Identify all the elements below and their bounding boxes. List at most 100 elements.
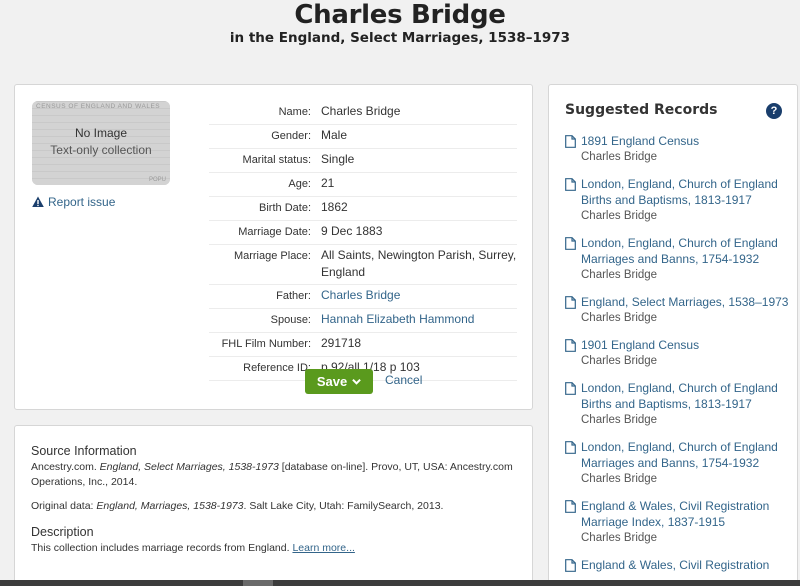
save-button-label: Save (316, 374, 348, 389)
suggested-record-link[interactable]: London, England, Church of England Marri… (581, 439, 797, 471)
suggested-record-text: England & Wales, Civil Registration Marr… (581, 498, 797, 546)
citation-prefix: Ancestry.com. (31, 461, 100, 473)
original-data: Original data: England, Marriages, 1538-… (31, 499, 521, 514)
record-field-row: Birth Date: 1862 (209, 197, 517, 221)
learn-more-link[interactable]: Learn more... (292, 542, 354, 554)
suggested-record-item: London, England, Church of England Birth… (565, 176, 797, 224)
thumbnail-bg-footer: POPU (148, 177, 166, 183)
suggested-record-person: Charles Bridge (581, 355, 658, 367)
suggested-record-text: 1901 England Census Charles Bridge (581, 337, 797, 369)
field-label: Marriage Date: (238, 226, 311, 238)
description-heading: Description (31, 525, 94, 539)
suggested-record-item: London, England, Church of England Birth… (565, 380, 797, 428)
suggested-records-list: 1891 England Census Charles Bridge London,… (565, 133, 797, 584)
suggested-record-text: London, England, Church of England Marri… (581, 235, 797, 283)
document-icon (565, 339, 576, 352)
page-subtitle: in the England, Select Marriages, 1538–1… (229, 30, 571, 46)
field-label: Age: (288, 178, 311, 190)
no-image-label: No Image (74, 126, 128, 140)
field-label: FHL Film Number: (221, 338, 311, 350)
field-value: 291718 (321, 336, 362, 350)
suggested-record-link[interactable]: London, England, Church of England Birth… (581, 380, 797, 412)
suggested-record-link[interactable]: 1891 England Census (581, 133, 797, 149)
report-issue-label: Report issue (48, 195, 116, 209)
suggested-record-link[interactable]: London, England, Church of England Birth… (581, 176, 797, 208)
field-label: Gender: (271, 130, 311, 142)
suggested-record-text: 1891 England Census Charles Bridge (581, 133, 797, 165)
document-icon (565, 178, 576, 191)
cancel-link[interactable]: Cancel (385, 373, 422, 387)
field-value: Charles Bridge (321, 104, 401, 118)
suggested-record-link[interactable]: England, Select Marriages, 1538–1973 (581, 294, 797, 310)
suggested-record-text: England, Select Marriages, 1538–1973 Char… (581, 294, 797, 326)
scrollbar-thumb[interactable] (243, 580, 273, 586)
field-value: 21 (321, 176, 335, 190)
suggested-record-person: Charles Bridge (581, 414, 658, 426)
text-only-label: Text-only collection (50, 143, 152, 157)
help-icon[interactable]: ? (766, 103, 782, 119)
field-value: 9 Dec 1883 (321, 224, 383, 238)
document-icon (565, 559, 576, 572)
suggested-record-link[interactable]: London, England, Church of England Marri… (581, 235, 797, 267)
record-field-row: Marriage Date: 9 Dec 1883 (209, 221, 517, 245)
field-value-link[interactable]: Charles Bridge (321, 287, 517, 305)
suggested-record-link[interactable]: 1901 England Census (581, 337, 797, 353)
document-icon (565, 500, 576, 513)
record-field-row: Father: Charles Bridge (209, 285, 517, 309)
bottom-scrollbar[interactable] (0, 580, 800, 586)
suggested-record-item: 1891 England Census Charles Bridge (565, 133, 797, 165)
record-field-row: Age: 21 (209, 173, 517, 197)
page-title: Charles Bridge (294, 0, 506, 30)
record-field-row: Marriage Place: All Saints, Newington Par… (209, 245, 517, 285)
suggested-record-link[interactable]: England & Wales, Civil Registration (581, 557, 797, 573)
suggested-record-person: Charles Bridge (581, 151, 658, 163)
chevron-down-icon (352, 378, 361, 385)
record-field-row: Spouse: Hannah Elizabeth Hammond (209, 309, 517, 333)
suggested-record-person: Charles Bridge (581, 473, 658, 485)
suggested-record-item: 1901 England Census Charles Bridge (565, 337, 797, 369)
field-value: Single (321, 152, 355, 166)
description-text: This collection includes marriage record… (31, 541, 521, 556)
description-body: This collection includes marriage record… (31, 542, 293, 554)
field-label: Marriage Place: (233, 250, 311, 262)
original-prefix: Original data: (31, 500, 97, 512)
suggested-record-item: London, England, Church of England Marri… (565, 235, 797, 283)
suggested-record-item: England & Wales, Civil Registration (565, 557, 797, 573)
suggested-record-person: Charles Bridge (581, 210, 658, 222)
original-suffix: . Salt Lake City, Utah: FamilySearch, 20… (243, 500, 444, 512)
field-label: Father: (276, 290, 311, 302)
source-citation: Ancestry.com. England, Select Marriages,… (31, 460, 521, 490)
source-card: Source Information Ancestry.com. England… (14, 425, 533, 586)
suggested-records-title: Suggested Records (565, 102, 718, 118)
record-field-row: Gender: Male (209, 125, 517, 149)
record-field-row: Name: Charles Bridge (209, 101, 517, 125)
suggested-record-person: Charles Bridge (581, 312, 658, 324)
original-title: England, Marriages, 1538-1973 (96, 500, 244, 512)
document-icon (565, 237, 576, 250)
field-label: Spouse: (270, 314, 311, 326)
document-icon (565, 382, 576, 395)
suggested-record-link[interactable]: England & Wales, Civil Registration Marr… (581, 498, 797, 530)
suggested-records-card: Suggested Records ? 1891 England Census C… (548, 84, 798, 586)
field-label: Marital status: (242, 154, 311, 166)
page-header: Charles Bridge in the England, Select Ma… (0, 0, 800, 46)
field-value: 1862 (321, 200, 348, 214)
save-button[interactable]: Save (305, 369, 373, 394)
field-label: Name: (278, 106, 311, 118)
record-card: CENSUS OF ENGLAND AND WALES POPU No Imag… (14, 84, 533, 410)
field-value: All Saints, Newington Parish, Surrey, En… (321, 248, 517, 279)
thumbnail-bg-header: CENSUS OF ENGLAND AND WALES (36, 103, 161, 110)
suggested-record-text: London, England, Church of England Marri… (581, 439, 797, 487)
suggested-record-item: London, England, Church of England Marri… (565, 439, 797, 487)
record-field-row: FHL Film Number: 291718 (209, 333, 517, 357)
field-label: Birth Date: (259, 202, 311, 214)
suggested-record-item: England, Select Marriages, 1538–1973 Char… (565, 294, 797, 326)
record-field-row: Marital status: Single (209, 149, 517, 173)
report-issue-link[interactable]: Report issue (32, 195, 115, 209)
document-icon (565, 441, 576, 454)
field-value: Male (321, 128, 348, 142)
document-icon (565, 296, 576, 309)
record-image-thumbnail[interactable]: CENSUS OF ENGLAND AND WALES POPU No Imag… (32, 101, 170, 185)
field-value-link[interactable]: Hannah Elizabeth Hammond (321, 311, 517, 329)
suggested-record-text: London, England, Church of England Birth… (581, 176, 797, 224)
